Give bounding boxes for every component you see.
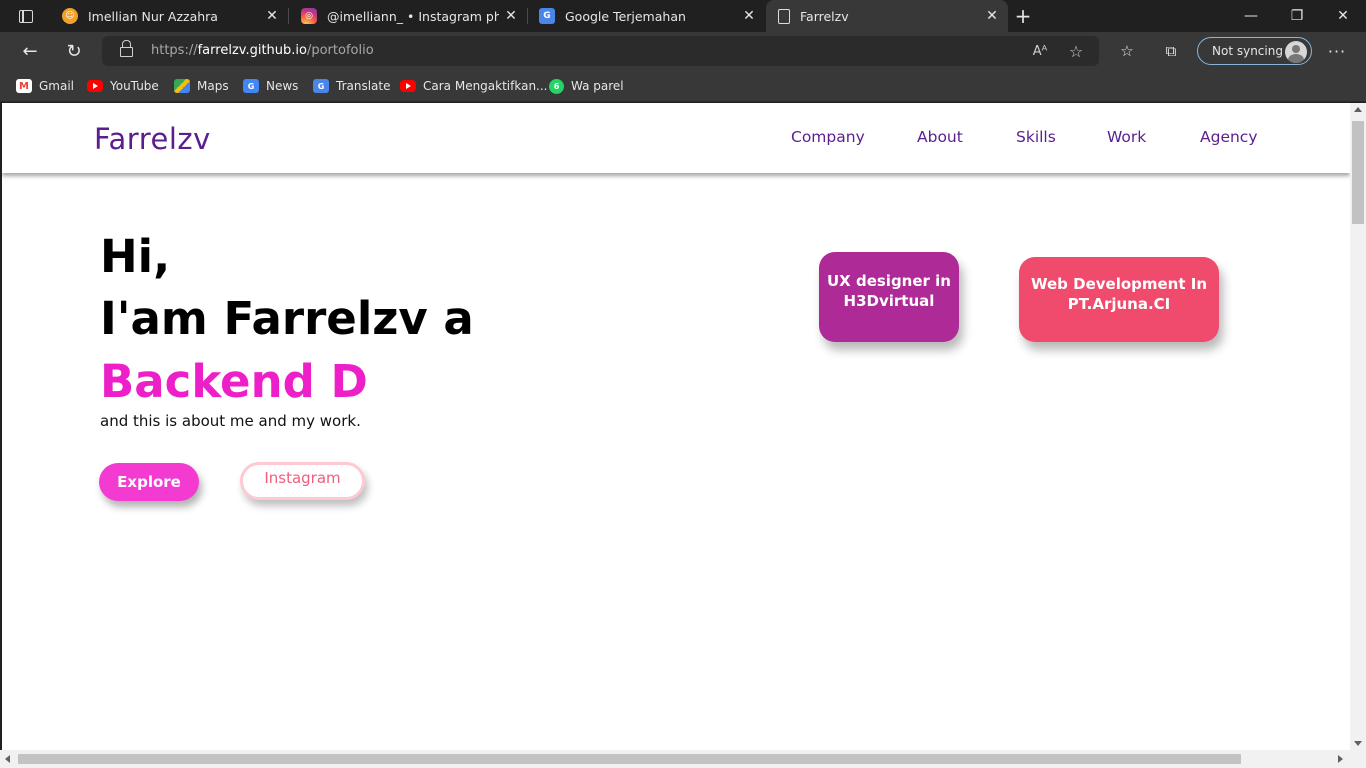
news-icon: G [243, 79, 259, 93]
card-line: PT.Arjuna.CI [1067, 294, 1171, 313]
google-translate-favicon-icon: G [539, 8, 555, 24]
refresh-icon: ↻ [66, 40, 82, 62]
gmail-icon [16, 79, 32, 93]
address-bar[interactable]: https://farrelzv.github.io/portofolio Aᴬ… [102, 36, 1099, 66]
card-line: Web Development In [1030, 274, 1208, 293]
site-logo[interactable]: Farrelzv [94, 122, 211, 156]
minimize-icon[interactable]: — [1228, 0, 1274, 32]
vertical-scrollbar[interactable] [1350, 103, 1366, 750]
horizontal-scrollbar[interactable] [0, 750, 1366, 768]
youtube-icon [400, 80, 416, 92]
url-path: /portofolio [306, 43, 374, 58]
tab-imellian[interactable]: ☺ Imellian Nur Azzahra ✕ [50, 0, 289, 32]
translate-icon: G [313, 79, 329, 93]
bookmark-label: Cara Mengaktifkan... [423, 79, 548, 93]
scroll-left-arrow-icon[interactable] [5, 755, 10, 763]
bookmark-news[interactable]: G News [243, 76, 298, 96]
close-tab-icon[interactable]: ✕ [737, 4, 761, 28]
hero-subtitle: and this is about me and my work. [100, 412, 361, 430]
browser-toolbar: ← ↻ https://farrelzv.github.io/portofoli… [0, 32, 1366, 70]
url-scheme: https:// [151, 43, 198, 58]
lock-icon [120, 40, 133, 57]
avatar-favicon-icon: ☺ [62, 8, 78, 24]
window-controls: — ❐ ✕ [1228, 0, 1366, 32]
nav-agency[interactable]: Agency [1200, 128, 1258, 146]
close-tab-icon[interactable]: ✕ [260, 4, 284, 28]
scroll-up-arrow-icon[interactable] [1354, 107, 1362, 112]
scroll-right-arrow-icon[interactable] [1338, 755, 1343, 763]
tab-instagram[interactable]: ◎ @imelliann_ • Instagram photos ✕ [289, 0, 528, 32]
url-text[interactable]: https://farrelzv.github.io/portofolio [151, 43, 374, 58]
bookmark-label: Translate [336, 79, 391, 93]
close-tab-icon[interactable]: ✕ [499, 4, 523, 28]
collections-icon[interactable]: ⧉ [1158, 39, 1184, 63]
new-tab-button[interactable]: + [1010, 4, 1036, 28]
bookmarks-bar: Gmail YouTube Maps G News G Translate Ca… [0, 70, 1366, 102]
close-window-icon[interactable]: ✕ [1320, 0, 1366, 32]
card-line: UX designer in [827, 272, 951, 290]
bookmark-translate[interactable]: G Translate [313, 76, 391, 96]
bookmark-label: YouTube [110, 79, 159, 93]
youtube-icon [87, 80, 103, 92]
url-host: farrelzv.github.io [197, 43, 307, 58]
arrow-left-icon: ← [22, 40, 38, 62]
site-header: Farrelzv Company About Skills Work Agenc… [2, 103, 1350, 173]
favorites-icon[interactable]: ☆ [1114, 39, 1140, 63]
whatsapp-icon: 6 [549, 78, 564, 94]
maps-icon [174, 79, 190, 93]
more-menu-icon[interactable]: ··· [1324, 39, 1350, 63]
scroll-down-arrow-icon[interactable] [1354, 741, 1362, 746]
bookmark-maps[interactable]: Maps [174, 76, 229, 96]
tab-title: Imellian Nur Azzahra [88, 8, 218, 24]
tab-title: @imelliann_ • Instagram photos [327, 8, 499, 24]
tab-title: Google Terjemahan [565, 8, 686, 24]
experience-card-web: Web Development In PT.Arjuna.CI [1019, 257, 1219, 342]
profile-button[interactable]: Not syncing [1197, 37, 1312, 65]
tab-actions-button[interactable] [8, 4, 44, 28]
explore-button[interactable]: Explore [99, 463, 199, 501]
tab-farrelzv[interactable]: Farrelzv ✕ [766, 0, 1008, 32]
nav-work[interactable]: Work [1107, 128, 1146, 146]
page-viewport: Farrelzv Company About Skills Work Agenc… [2, 103, 1350, 750]
instagram-button[interactable]: Instagram [240, 462, 365, 500]
bookmark-wa-parel[interactable]: 6 Wa parel [549, 76, 624, 96]
bookmark-youtube[interactable]: YouTube [87, 76, 159, 96]
tab-actions-icon [19, 9, 33, 23]
instagram-favicon-icon: ◎ [301, 8, 317, 24]
close-tab-icon[interactable]: ✕ [980, 4, 1004, 28]
bookmark-cara-mengaktifkan[interactable]: Cara Mengaktifkan... [400, 76, 548, 96]
tab-title: Farrelzv [800, 8, 849, 24]
profile-avatar-icon [1285, 41, 1307, 63]
bookmark-gmail[interactable]: Gmail [16, 76, 74, 96]
experience-card-ux: UX designer in H3Dvirtual [819, 252, 959, 342]
document-favicon-icon [778, 8, 790, 24]
nav-about[interactable]: About [917, 128, 963, 146]
read-aloud-icon[interactable]: Aᴬ [1029, 41, 1051, 61]
bookmark-label: Gmail [39, 79, 75, 93]
bookmark-label: Maps [197, 79, 229, 93]
restore-icon[interactable]: ❐ [1274, 0, 1320, 32]
nav-skills[interactable]: Skills [1016, 128, 1056, 146]
profile-label: Not syncing [1212, 44, 1283, 58]
card-line: H3Dvirtual [843, 292, 935, 310]
bookmark-label: News [266, 79, 299, 93]
vertical-scroll-thumb[interactable] [1352, 121, 1364, 224]
hero-intro: I'am Farrelzv a [100, 292, 474, 345]
add-favorite-icon[interactable]: ☆ [1065, 41, 1087, 61]
tab-google-translate[interactable]: G Google Terjemahan ✕ [527, 0, 765, 32]
nav-company[interactable]: Company [791, 128, 865, 146]
hero-greeting: Hi, [100, 230, 171, 283]
hero-role-typing: Backend D [100, 355, 368, 408]
bookmark-label: Wa parel [571, 79, 624, 93]
tab-strip: ☺ Imellian Nur Azzahra ✕ ◎ @imelliann_ •… [0, 0, 1366, 32]
back-button[interactable]: ← [16, 37, 44, 65]
refresh-button[interactable]: ↻ [60, 37, 88, 65]
horizontal-scroll-thumb[interactable] [18, 754, 1241, 764]
